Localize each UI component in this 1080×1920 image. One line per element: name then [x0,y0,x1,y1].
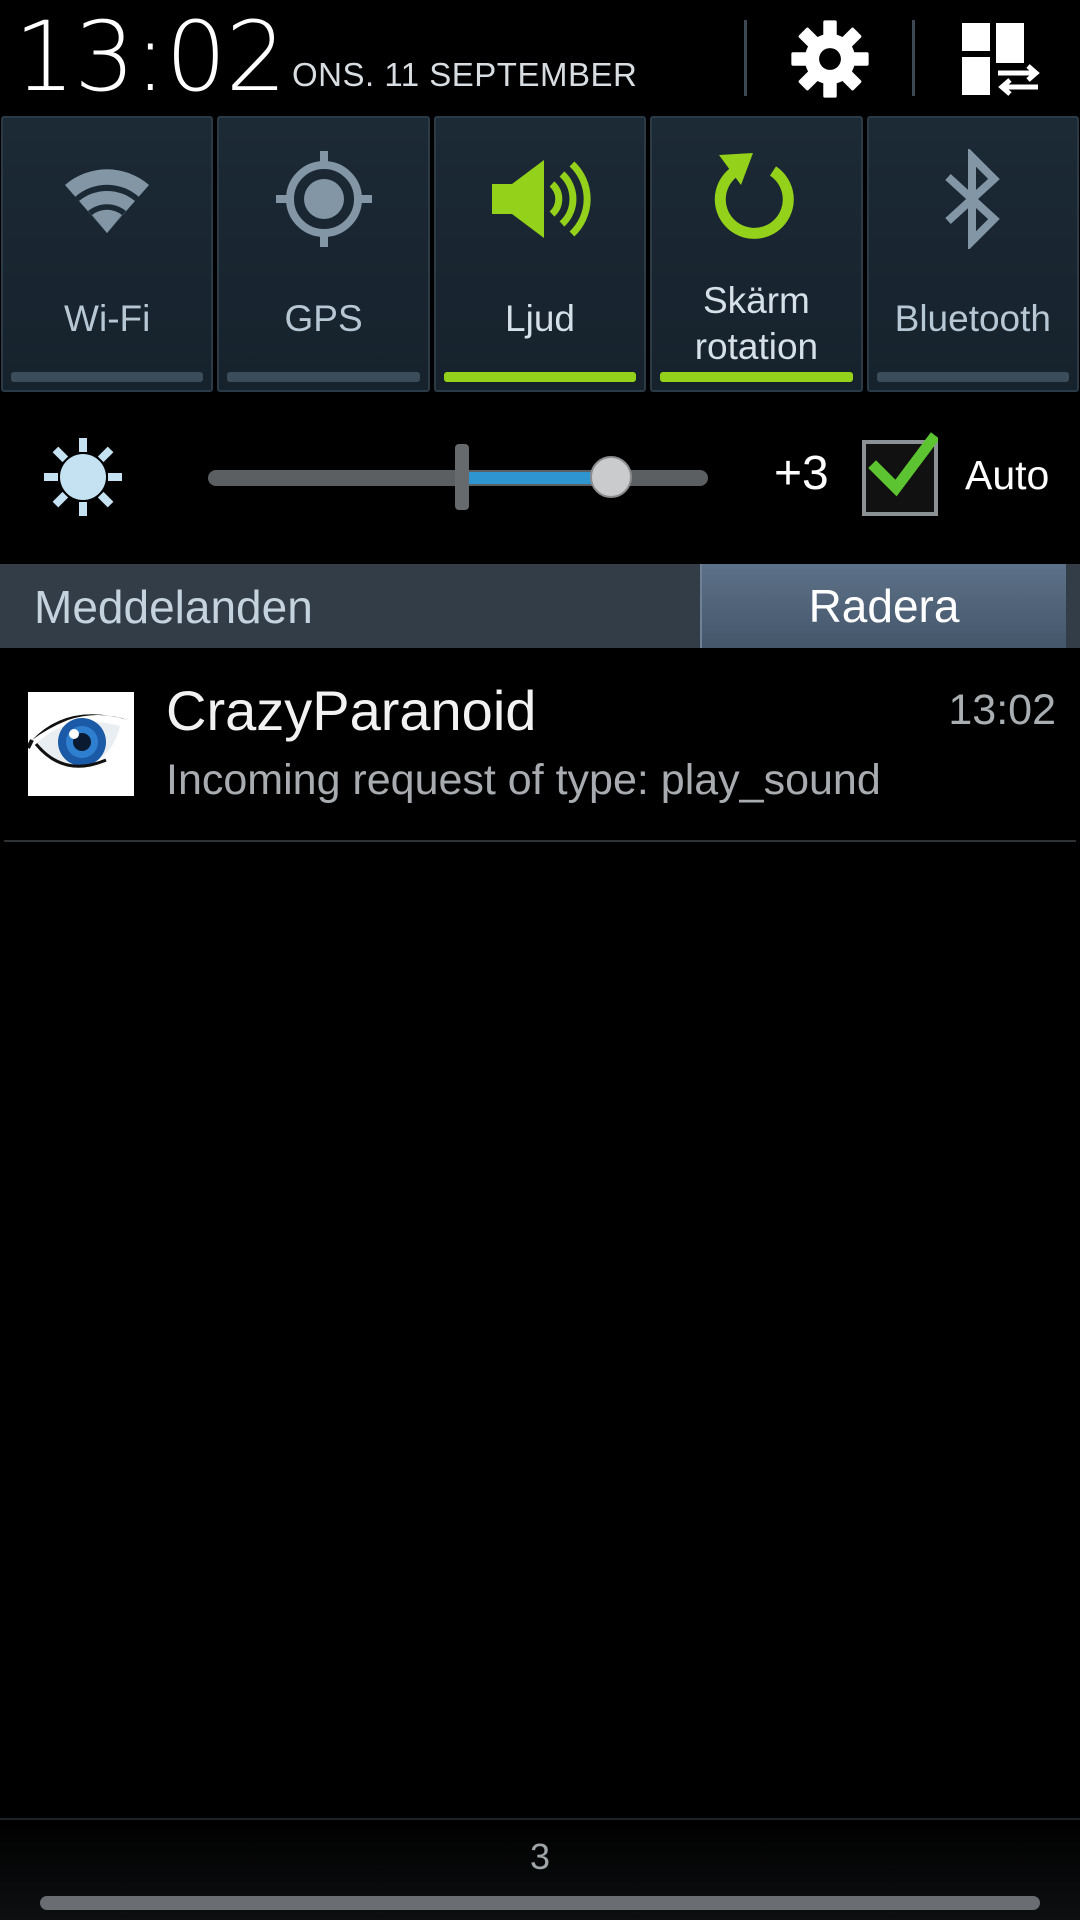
clear-notifications-button[interactable]: Radera [700,564,1066,648]
notification-divider [4,840,1076,842]
brightness-value: +3 [774,447,829,500]
toggle-indicator [660,372,853,382]
toggle-indicator [443,372,637,382]
brightness-row: +3 Auto [0,392,1080,564]
gear-icon [791,20,869,98]
notification-count: 3 [529,1836,551,1877]
edit-panel-button[interactable] [935,14,1065,104]
toggle-bluetooth[interactable]: Bluetooth [866,116,1080,392]
quick-settings-toggles: Wi-Fi GPS Ljud Skärm rotation Bluetooth [0,116,1080,392]
toggle-label-line1: Skärm [702,280,810,321]
panel-footer: 3 [0,1818,1080,1920]
notification-text: Incoming request of type: play_sound [166,756,881,804]
wifi-icon [65,169,150,233]
toggle-indicator [11,372,204,382]
notifications-title: Meddelanden [34,581,313,633]
toggle-label: Ljud [505,298,575,339]
toggle-indicator [876,372,1070,382]
toggle-label-line2: rotation [694,326,819,367]
auto-brightness-label: Auto [965,452,1050,498]
toggle-wifi[interactable]: Wi-Fi [1,116,214,392]
panel-header: 13:02 ONS. 11 SEPTEMBER [0,0,1080,116]
toggle-label: Bluetooth [894,298,1051,339]
toggle-label: GPS [284,298,363,339]
header-divider [744,20,747,96]
toggle-indicator [227,372,420,382]
drag-handle[interactable] [40,1896,1040,1910]
rotation-icon [715,153,795,239]
sound-icon [492,160,591,238]
toggle-gps[interactable]: GPS [217,116,430,392]
notification-item[interactable]: CrazyParanoid 13:02 Incoming request of … [0,648,1080,840]
toggle-screen-rotation[interactable]: Skärm rotation [650,116,863,392]
gps-icon [275,151,372,247]
brightness-slider-midmark [455,444,469,510]
app-icon [28,692,134,796]
toggle-label-block: Skärm rotation [652,278,860,370]
header-divider [912,20,915,96]
brightness-slider-thumb[interactable] [590,456,632,498]
brightness-icon [44,438,122,516]
toggle-label: Wi-Fi [64,298,151,339]
notification-time: 13:02 [948,686,1056,734]
eye-icon [28,692,134,796]
auto-brightness-checkbox[interactable] [862,432,938,516]
brightness-slider-fill [462,472,610,484]
notification-app-name: CrazyParanoid [166,679,537,742]
panel-edit-icon [962,23,1040,96]
clock: 13:02 [14,1,287,113]
notifications-header: Meddelanden Radera [0,564,1080,648]
checkmark-icon [868,432,938,497]
date-label: ONS. 11 SEPTEMBER [292,56,638,93]
settings-button[interactable] [770,14,890,104]
toggle-sound[interactable]: Ljud [433,116,647,392]
bluetooth-icon [945,149,1000,249]
